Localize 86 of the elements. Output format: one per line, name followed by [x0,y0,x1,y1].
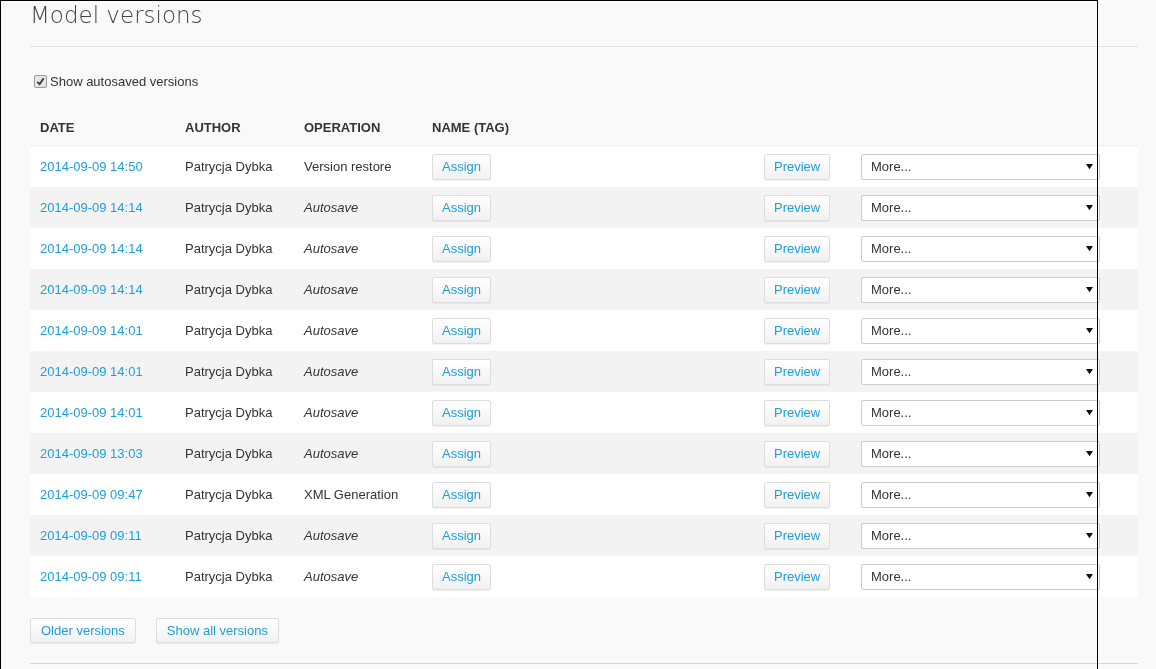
more-dropdown[interactable]: More... [861,440,1100,467]
column-header: DATE [39,119,76,135]
author-name: Patrycja Dybka [185,364,273,379]
date-link[interactable]: 2014-09-09 14:14 [40,282,143,297]
more-dropdown[interactable]: More... [861,358,1100,385]
date-link[interactable]: 2014-09-09 14:14 [40,241,143,256]
preview-button[interactable]: Preview [764,399,831,426]
preview-button[interactable]: Preview [764,358,831,385]
checkbox[interactable] [34,74,47,88]
more-dropdown[interactable]: More... [861,194,1100,221]
date-link[interactable]: 2014-09-09 14:50 [40,159,143,174]
assign-button[interactable]: Assign [432,358,492,385]
column-header: NAME (TAG) [431,119,510,135]
checkbox-label: Show autosaved versions [50,73,199,89]
assign-button[interactable]: Assign [432,317,492,344]
preview-button[interactable]: Preview [764,194,831,221]
operation-text: Autosave [304,446,359,461]
assign-button[interactable]: Assign [432,399,492,426]
operation-text: Autosave [304,528,359,543]
author-name: Patrycja Dybka [185,323,273,338]
date-link[interactable]: 2014-09-09 14:14 [40,200,143,215]
author-name: Patrycja Dybka [185,528,273,543]
more-dropdown[interactable]: More... [861,235,1100,262]
preview-button[interactable]: Preview [764,440,831,467]
operation-text: XML Generation [304,487,399,502]
caret-icon [1086,573,1093,580]
date-link[interactable]: 2014-09-09 09:11 [40,569,142,584]
author-name: Patrycja Dybka [185,241,273,256]
column-header: OPERATION [303,119,382,135]
operation-text: Autosave [304,282,359,297]
operation-text: Autosave [304,241,359,256]
caret-icon [1086,532,1093,539]
page-title: Model versions [30,1,204,29]
author-name: Patrycja Dybka [185,569,273,584]
more-dropdown[interactable]: More... [861,153,1100,180]
author-name: Patrycja Dybka [185,446,273,461]
caret-icon [1086,286,1093,293]
more-dropdown[interactable]: More... [861,563,1100,590]
operation-text: Autosave [304,405,359,420]
date-link[interactable]: 2014-09-09 09:11 [40,528,142,543]
operation-text: Autosave [304,569,359,584]
preview-button[interactable]: Preview [764,276,831,303]
more-dropdown[interactable]: More... [861,317,1100,344]
assign-button[interactable]: Assign [432,153,492,180]
operation-text: Autosave [304,323,359,338]
operation-text: Autosave [304,364,359,379]
more-dropdown[interactable]: More... [861,522,1100,549]
preview-button[interactable]: Preview [764,235,831,262]
date-link[interactable]: 2014-09-09 14:01 [40,323,143,338]
caret-icon [1086,368,1093,375]
assign-button[interactable]: Assign [432,481,492,508]
caret-icon [1086,245,1093,252]
preview-button[interactable]: Preview [764,563,831,590]
author-name: Patrycja Dybka [185,282,273,297]
preview-button[interactable]: Preview [764,153,831,180]
author-name: Patrycja Dybka [185,405,273,420]
assign-button[interactable]: Assign [432,440,492,467]
author-name: Patrycja Dybka [185,159,273,174]
caret-icon [1086,327,1093,334]
more-dropdown[interactable]: More... [861,481,1100,508]
date-link[interactable]: 2014-09-09 14:01 [40,405,143,420]
assign-button[interactable]: Assign [432,235,492,262]
author-name: Patrycja Dybka [185,487,273,502]
more-dropdown[interactable]: More... [861,276,1100,303]
date-link[interactable]: 2014-09-09 13:03 [40,446,143,461]
caret-icon [1086,491,1093,498]
column-header: AUTHOR [184,119,242,135]
operation-text: Version restore [304,159,392,174]
date-link[interactable]: 2014-09-09 09:47 [40,487,143,502]
assign-button[interactable]: Assign [432,563,492,590]
assign-button[interactable]: Assign [432,276,492,303]
operation-text: Autosave [304,200,359,215]
pagination-button[interactable]: Older versions [30,618,136,643]
preview-button[interactable]: Preview [764,522,831,549]
caret-icon [1086,409,1093,416]
author-name: Patrycja Dybka [185,200,273,215]
caret-icon [1086,163,1093,170]
caret-icon [1086,204,1093,211]
more-dropdown[interactable]: More... [861,399,1100,426]
assign-button[interactable]: Assign [432,194,492,221]
assign-button[interactable]: Assign [432,522,492,549]
preview-button[interactable]: Preview [764,317,831,344]
caret-icon [1086,450,1093,457]
pagination-button[interactable]: Show all versions [155,618,279,643]
preview-button[interactable]: Preview [764,481,831,508]
date-link[interactable]: 2014-09-09 14:01 [40,364,143,379]
